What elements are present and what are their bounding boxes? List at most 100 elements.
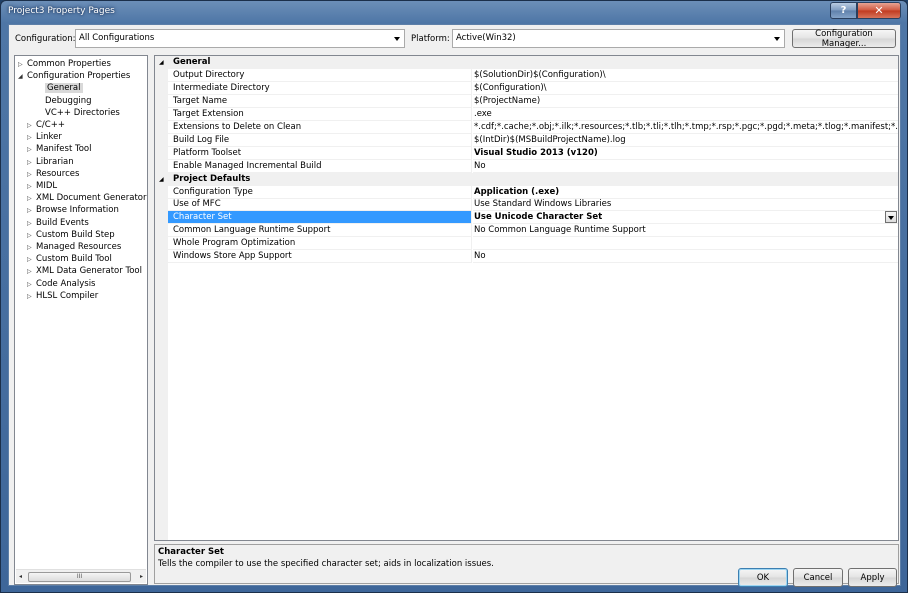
property-value[interactable]: No Common Language Runtime Support — [473, 224, 898, 238]
property-row[interactable]: Platform Toolset Visual Studio 2013 (v120… — [155, 146, 898, 160]
tree-item[interactable]: ▷ Manifest Tool — [27, 143, 92, 155]
expand-arrow-icon[interactable]: ▷ — [27, 230, 36, 242]
category-row[interactable]: ◢ Project Defaults — [155, 172, 898, 186]
collapse-arrow-icon[interactable]: ◢ — [159, 173, 164, 186]
expand-arrow-icon[interactable]: ▷ — [27, 291, 36, 303]
scroll-thumb[interactable]: III — [28, 572, 131, 582]
property-value[interactable]: *.cdf;*.cache;*.obj;*.ilk;*.resources;*.… — [473, 121, 898, 134]
configuration-combo[interactable]: All Configurations — [75, 29, 405, 48]
property-row[interactable]: Character Set Use Unicode Character Set — [155, 211, 898, 225]
property-value[interactable]: $(ProjectName) — [473, 95, 898, 108]
category-label: Project Defaults — [173, 173, 251, 184]
tree-item[interactable]: ▷ Custom Build Step — [27, 229, 115, 241]
property-value[interactable]: No — [473, 250, 898, 264]
tree-item[interactable]: ▷ Common Properties — [18, 58, 111, 70]
tree-item[interactable]: ▷ C/C++ — [27, 119, 65, 131]
tree-item[interactable]: ▷ Librarian — [27, 156, 74, 168]
property-name[interactable]: Whole Program Optimization — [168, 237, 472, 251]
property-row[interactable]: Target Name $(ProjectName) — [155, 94, 898, 108]
tree-item[interactable]: ▷ HLSL Compiler — [27, 290, 98, 302]
expand-arrow-icon[interactable]: ▷ — [27, 266, 36, 278]
tree-item-label: Linker — [36, 132, 62, 143]
property-row[interactable]: Output Directory $(SolutionDir)$(Configur… — [155, 68, 898, 82]
tree-item[interactable]: ◢ Configuration Properties — [18, 70, 130, 82]
property-name[interactable]: Windows Store App Support — [168, 250, 472, 264]
tree-item[interactable]: ▷ Custom Build Tool — [27, 253, 112, 265]
expand-arrow-icon[interactable]: ▷ — [27, 242, 36, 254]
property-row[interactable]: Extensions to Delete on Clean *.cdf;*.cac… — [155, 120, 898, 134]
property-value[interactable]: Use Unicode Character Set — [473, 211, 898, 225]
property-value[interactable]: No — [473, 160, 898, 173]
apply-button[interactable]: Apply — [848, 568, 897, 587]
scroll-right-icon[interactable]: ▸ — [140, 573, 143, 580]
property-row[interactable]: Common Language Runtime Support No Common… — [155, 224, 898, 238]
property-row[interactable]: Build Log File $(IntDir)$(MSBuildProjectN… — [155, 133, 898, 147]
category-row[interactable]: ◢ General — [155, 56, 898, 69]
property-name[interactable]: Intermediate Directory — [168, 81, 472, 95]
property-tree[interactable]: ▷ Common Properties ◢ Configuration Propert… — [14, 55, 148, 585]
expand-arrow-icon[interactable]: ▷ — [27, 132, 36, 144]
property-row[interactable]: Windows Store App Support No — [155, 250, 898, 264]
expand-arrow-icon[interactable]: ▷ — [27, 144, 36, 156]
tree-item[interactable]: ▷ Build Events — [27, 217, 89, 229]
property-name[interactable]: Configuration Type — [168, 185, 472, 199]
property-name[interactable]: Output Directory — [168, 68, 472, 82]
value-dropdown-button[interactable] — [885, 211, 897, 224]
property-value[interactable]: Use Standard Windows Libraries — [473, 198, 898, 212]
property-row[interactable]: Whole Program Optimization — [155, 237, 898, 251]
property-name[interactable]: Target Extension — [168, 107, 472, 121]
property-name[interactable]: Extensions to Delete on Clean — [168, 120, 472, 134]
expand-arrow-icon[interactable]: ▷ — [27, 120, 36, 132]
property-value[interactable]: Application (.exe) — [473, 186, 898, 199]
expand-arrow-icon[interactable]: ▷ — [27, 193, 36, 205]
expand-arrow-icon[interactable]: ▷ — [27, 181, 36, 193]
property-row[interactable]: Target Extension .exe — [155, 107, 898, 121]
property-name[interactable]: Character Set — [168, 211, 472, 225]
expand-arrow-icon[interactable]: ▷ — [18, 59, 27, 71]
ok-button[interactable]: OK — [738, 568, 788, 587]
tree-item[interactable]: ▷ Linker — [27, 131, 62, 143]
tree-item[interactable]: ▷ Managed Resources — [27, 241, 121, 253]
tree-item[interactable]: ▷ XML Document Generator — [27, 192, 147, 204]
expand-arrow-icon[interactable]: ▷ — [27, 279, 36, 291]
expand-arrow-icon[interactable]: ▷ — [27, 157, 36, 169]
property-value[interactable]: Visual Studio 2013 (v120) — [473, 147, 898, 160]
expand-arrow-icon[interactable]: ▷ — [27, 254, 36, 266]
property-row[interactable]: Configuration Type Application (.exe) — [155, 185, 898, 199]
property-name[interactable]: Use of MFC — [168, 198, 472, 212]
platform-combo[interactable]: Active(Win32) — [452, 29, 785, 48]
tree-item[interactable]: ▷ MIDL — [27, 180, 57, 192]
expand-arrow-icon[interactable]: ▷ — [27, 205, 36, 217]
tree-item[interactable]: ▷ Code Analysis — [27, 278, 95, 290]
property-name[interactable]: Build Log File — [168, 133, 472, 147]
tree-item[interactable]: ▷ XML Data Generator Tool — [27, 265, 142, 277]
property-name[interactable]: Target Name — [168, 94, 472, 108]
collapse-arrow-icon[interactable]: ◢ — [18, 71, 27, 83]
expand-arrow-icon[interactable]: ▷ — [27, 218, 36, 230]
tree-item[interactable]: General — [36, 82, 83, 94]
property-value[interactable]: .exe — [473, 108, 898, 121]
close-button[interactable]: ✕ — [857, 2, 901, 19]
configuration-manager-button[interactable]: Configuration Manager... — [792, 29, 896, 49]
scroll-left-icon[interactable]: ◂ — [19, 573, 22, 580]
property-value[interactable]: $(Configuration)\ — [473, 82, 898, 95]
help-button[interactable]: ? — [830, 2, 857, 19]
expand-arrow-icon[interactable]: ▷ — [27, 169, 36, 181]
cancel-button[interactable]: Cancel — [793, 568, 843, 587]
property-name[interactable]: Platform Toolset — [168, 146, 472, 160]
tree-item[interactable]: ▷ Browse Information — [27, 204, 119, 216]
property-value[interactable] — [473, 237, 898, 251]
property-row[interactable]: Use of MFC Use Standard Windows Libraries — [155, 198, 898, 212]
tree-item[interactable]: ▷ Resources — [27, 168, 79, 180]
property-row[interactable]: Intermediate Directory $(Configuration)\ — [155, 81, 898, 95]
property-value[interactable]: $(SolutionDir)$(Configuration)\ — [473, 69, 898, 82]
title-bar[interactable]: Project3 Property Pages ? ✕ — [1, 1, 907, 23]
collapse-arrow-icon[interactable]: ◢ — [159, 56, 164, 69]
property-row[interactable]: Enable Managed Incremental Build No — [155, 159, 898, 173]
tree-horizontal-scrollbar[interactable]: ◂ III ▸ — [16, 569, 146, 583]
tree-item[interactable]: Debugging — [36, 95, 92, 107]
property-name[interactable]: Common Language Runtime Support — [168, 224, 472, 238]
property-value[interactable]: $(IntDir)$(MSBuildProjectName).log — [473, 134, 898, 147]
property-name[interactable]: Enable Managed Incremental Build — [168, 159, 472, 173]
tree-item[interactable]: VC++ Directories — [36, 107, 120, 119]
